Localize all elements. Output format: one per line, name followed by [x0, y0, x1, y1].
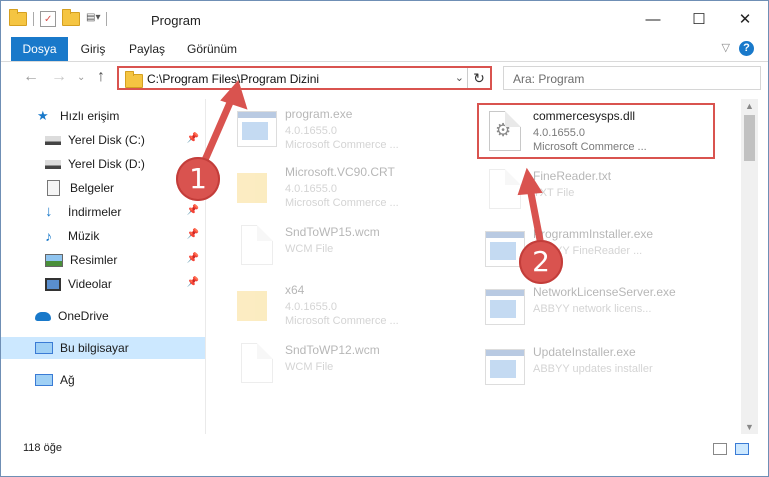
arrow-2-head	[517, 167, 543, 196]
annotation-arrows	[201, 80, 544, 244]
arrow-1-shaft	[201, 94, 236, 164]
arrow-2-shaft	[526, 184, 544, 244]
step-marker-1: 1	[176, 157, 220, 201]
step-marker-2: 2	[519, 240, 563, 284]
